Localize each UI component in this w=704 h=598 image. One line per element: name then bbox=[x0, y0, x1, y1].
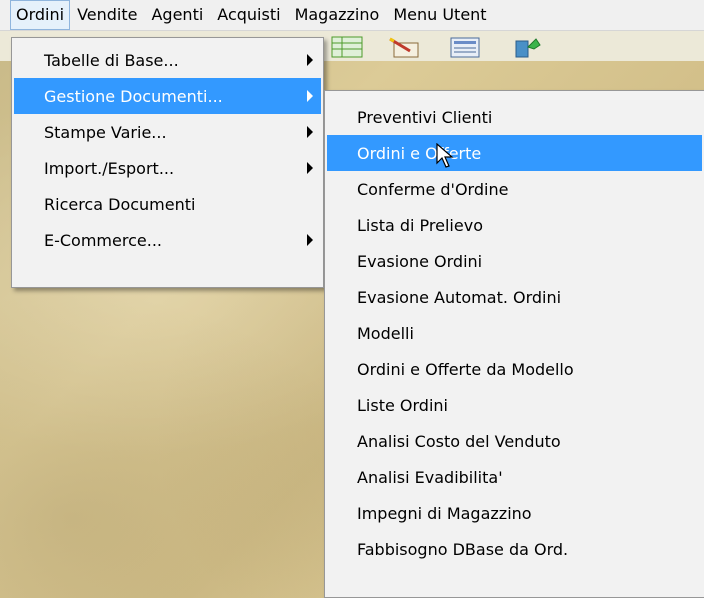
menubar-item-ordini[interactable]: Ordini bbox=[10, 0, 71, 30]
submenu-arrow-icon bbox=[307, 162, 313, 174]
mouse-pointer-icon bbox=[436, 143, 454, 168]
submenu-arrow-icon bbox=[307, 126, 313, 138]
submenu-arrow-icon bbox=[307, 90, 313, 102]
form-document-icon[interactable] bbox=[448, 35, 482, 59]
menu-item-import-esport[interactable]: Import./Esport... bbox=[14, 150, 321, 186]
menu-item-impegni-di-magazzino[interactable]: Impegni di Magazzino bbox=[327, 495, 702, 531]
menu-item-evasione-automat-ordini[interactable]: Evasione Automat. Ordini bbox=[327, 279, 702, 315]
menu-item-analisi-evadibilita[interactable]: Analisi Evadibilita' bbox=[327, 459, 702, 495]
menu-item-analisi-costo-venduto[interactable]: Analisi Costo del Venduto bbox=[327, 423, 702, 459]
recycle-icon[interactable] bbox=[510, 35, 544, 59]
menu-item-gestione-documenti[interactable]: Gestione Documenti... bbox=[14, 78, 321, 114]
menu-item-lista-di-prelievo[interactable]: Lista di Prelievo bbox=[327, 207, 702, 243]
menu-item-ordini-e-offerte[interactable]: Ordini e Offerte bbox=[327, 135, 702, 171]
menu-item-label: Ricerca Documenti bbox=[44, 194, 196, 214]
menu-item-conferme-ordine[interactable]: Conferme d'Ordine bbox=[327, 171, 702, 207]
menubar-item-acquisti[interactable]: Acquisti bbox=[210, 0, 287, 30]
menu-item-ricerca-documenti[interactable]: Ricerca Documenti bbox=[14, 186, 321, 222]
menubar-item-vendite[interactable]: Vendite bbox=[70, 0, 144, 30]
menubar-item-magazzino[interactable]: Magazzino bbox=[288, 0, 387, 30]
menu-item-label: Gestione Documenti... bbox=[44, 86, 223, 106]
gestione-documenti-submenu: Preventivi Clienti Ordini e Offerte Conf… bbox=[324, 90, 704, 598]
menu-item-label: E-Commerce... bbox=[44, 230, 162, 250]
submenu-arrow-icon bbox=[307, 54, 313, 66]
menu-item-tabelle-di-base[interactable]: Tabelle di Base... bbox=[14, 42, 321, 78]
menu-item-ordini-offerte-da-modello[interactable]: Ordini e Offerte da Modello bbox=[327, 351, 702, 387]
menu-item-label: Tabelle di Base... bbox=[44, 50, 179, 70]
pencil-document-icon[interactable] bbox=[388, 35, 422, 59]
menu-item-e-commerce[interactable]: E-Commerce... bbox=[14, 222, 321, 258]
menu-item-label: Stampe Varie... bbox=[44, 122, 167, 142]
ordini-dropdown-menu: Tabelle di Base... Gestione Documenti...… bbox=[11, 37, 324, 288]
menubar-item-menu-utente[interactable]: Menu Utent bbox=[386, 0, 493, 30]
menubar-item-agenti[interactable]: Agenti bbox=[144, 0, 210, 30]
menu-item-fabbisogno-dbase[interactable]: Fabbisogno DBase da Ord. bbox=[327, 531, 702, 567]
menu-item-stampe-varie[interactable]: Stampe Varie... bbox=[14, 114, 321, 150]
menu-item-evasione-ordini[interactable]: Evasione Ordini bbox=[327, 243, 702, 279]
menu-bar: Ordini Vendite Agenti Acquisti Magazzino… bbox=[0, 0, 704, 31]
menu-item-liste-ordini[interactable]: Liste Ordini bbox=[327, 387, 702, 423]
submenu-arrow-icon bbox=[307, 234, 313, 246]
menu-item-label: Import./Esport... bbox=[44, 158, 175, 178]
menu-item-modelli[interactable]: Modelli bbox=[327, 315, 702, 351]
menu-item-preventivi-clienti[interactable]: Preventivi Clienti bbox=[327, 99, 702, 135]
spreadsheet-icon[interactable] bbox=[330, 35, 364, 59]
